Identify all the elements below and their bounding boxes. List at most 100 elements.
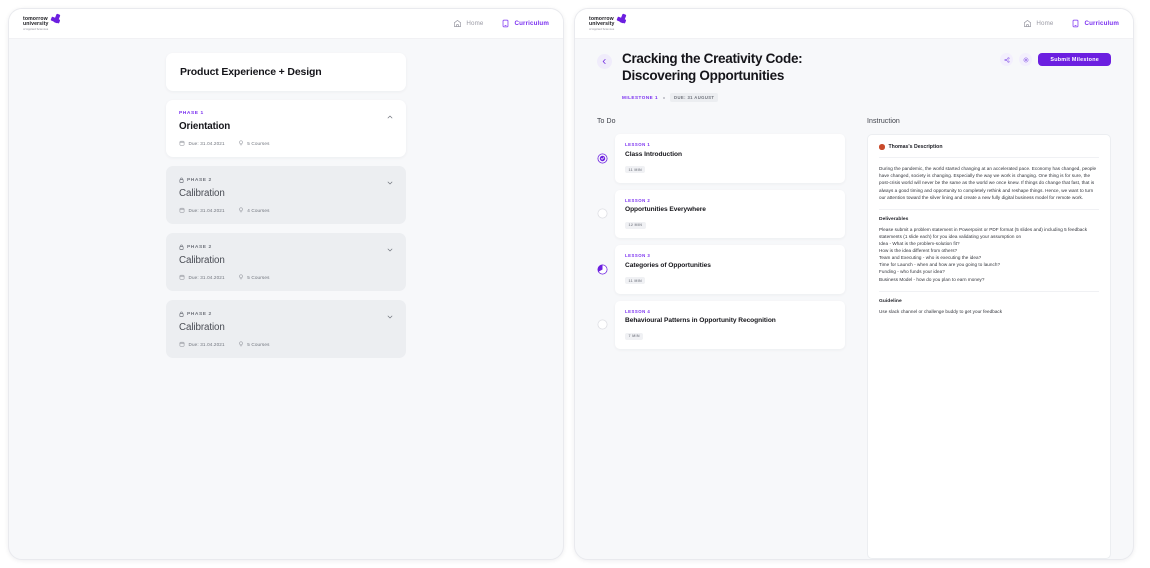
milestone-window: tomorrow university of Applied Sciences … bbox=[574, 8, 1134, 560]
guideline-heading: Guideline bbox=[879, 298, 902, 304]
screen-root: tomorrow university of Applied Sciences … bbox=[0, 0, 1150, 568]
nav-item-home-label: Home bbox=[1036, 20, 1054, 27]
calendar-icon bbox=[179, 140, 185, 146]
status-empty-icon[interactable] bbox=[597, 208, 608, 219]
phase-due-label: Due: 31.04.2021 bbox=[188, 207, 225, 213]
lesson-name: Categories of Opportunities bbox=[625, 261, 711, 269]
separator-dot bbox=[663, 96, 666, 99]
submit-milestone-button[interactable]: Submit Milestone bbox=[1038, 53, 1111, 66]
nav-item-home[interactable]: Home bbox=[453, 19, 483, 28]
todo-heading: To Do bbox=[597, 118, 616, 126]
lesson-row[interactable]: LESSON 3 Categories of Opportunities 11 … bbox=[597, 245, 845, 294]
phase-name: Orientation bbox=[179, 121, 231, 132]
milestone-subline: MILESTONE 1 DUE: 31 AUGUST bbox=[622, 93, 982, 103]
divider bbox=[879, 290, 1099, 292]
instruction-card: Thomas's Description During the pandemic… bbox=[867, 134, 1111, 559]
brand-logo-line3: of Applied Sciences bbox=[589, 27, 615, 31]
phase-due-label: Due: 31.04.2021 bbox=[188, 140, 225, 146]
phase-kicker-label: PHASE 2 bbox=[187, 311, 212, 317]
avatar bbox=[879, 144, 885, 150]
calendar-icon bbox=[179, 207, 185, 213]
brand-logo[interactable]: tomorrow university of Applied Sciences bbox=[23, 13, 63, 32]
phase-courses-label: 5 Courses bbox=[247, 341, 270, 347]
phase-courses: 5 Courses bbox=[238, 140, 270, 146]
brand-mark-icon bbox=[616, 13, 629, 27]
bookmark-button[interactable] bbox=[1019, 53, 1033, 66]
chevron-down-icon[interactable] bbox=[386, 246, 394, 254]
phase-kicker: PHASE 1 bbox=[179, 111, 393, 116]
arrow-left-icon bbox=[602, 59, 606, 64]
phase-courses-label: 4 Courses bbox=[247, 207, 270, 213]
status-partial-icon[interactable] bbox=[597, 264, 608, 275]
milestone-title: Cracking the Creativity Code: Discoverin… bbox=[622, 51, 803, 83]
chevron-up-icon[interactable] bbox=[386, 113, 394, 121]
lesson-duration: 12 MIN bbox=[625, 221, 646, 229]
phase-kicker: PHASE 2 bbox=[179, 244, 393, 250]
todo-column: To Do LESSON 1 Class Introduction 11 MIN bbox=[597, 118, 845, 559]
phase-meta: Due: 31.04.2021 4 Courses bbox=[179, 207, 393, 213]
lesson-kicker: LESSON 1 bbox=[625, 142, 651, 148]
brand-logo[interactable]: tomorrow university of Applied Sciences bbox=[589, 13, 629, 32]
phase-courses-label: 5 Courses bbox=[247, 140, 270, 146]
lock-icon bbox=[179, 244, 184, 250]
status-complete-icon[interactable] bbox=[597, 153, 608, 164]
divider bbox=[879, 208, 1099, 210]
lesson-row[interactable]: LESSON 4 Behavioural Patterns in Opportu… bbox=[597, 300, 845, 350]
status-empty-icon[interactable] bbox=[597, 319, 608, 330]
nav-item-home[interactable]: Home bbox=[1023, 19, 1053, 28]
calendar-icon bbox=[179, 274, 185, 280]
book-icon bbox=[1073, 19, 1079, 28]
chevron-down-icon[interactable] bbox=[386, 313, 394, 321]
instruction-description: During the pandemic, the world started c… bbox=[879, 166, 1097, 200]
brand-logo-line3: of Applied Sciences bbox=[23, 27, 49, 31]
brand-logo-line2: university bbox=[589, 21, 615, 28]
phase-due: Due: 31.04.2021 bbox=[179, 274, 225, 280]
due-badge: DUE: 31 AUGUST bbox=[670, 93, 719, 103]
lesson-card[interactable]: LESSON 2 Opportunities Everywhere 12 MIN bbox=[615, 189, 845, 239]
phase-card[interactable]: PHASE 2 Calibration Due: 31.04.2021 bbox=[166, 300, 406, 358]
left-nav: Home Curriculum bbox=[453, 19, 549, 28]
nav-item-curriculum[interactable]: Curriculum bbox=[1071, 19, 1119, 28]
bookmark-icon bbox=[1023, 57, 1029, 62]
right-topbar: tomorrow university of Applied Sciences … bbox=[575, 9, 1133, 39]
curriculum-window: tomorrow university of Applied Sciences … bbox=[8, 8, 564, 560]
milestone-label: MILESTONE 1 bbox=[622, 95, 659, 101]
phase-card[interactable]: PHASE 2 Calibration Due: 31.04.2021 bbox=[166, 233, 406, 291]
phase-card[interactable]: PHASE 1 Orientation Due: 31.04.2021 5 Co… bbox=[166, 100, 406, 157]
phase-kicker-label: PHASE 1 bbox=[179, 111, 204, 116]
nav-item-home-label: Home bbox=[466, 20, 484, 27]
milestone-title-block: Cracking the Creativity Code: Discoverin… bbox=[622, 51, 990, 103]
lesson-kicker: LESSON 2 bbox=[625, 197, 651, 203]
lesson-card[interactable]: LESSON 1 Class Introduction 11 MIN bbox=[615, 134, 845, 183]
left-topbar: tomorrow university of Applied Sciences … bbox=[9, 9, 563, 39]
lightbulb-icon bbox=[239, 140, 243, 146]
lock-icon bbox=[179, 311, 184, 317]
phase-meta: Due: 31.04.2021 5 Courses bbox=[179, 341, 393, 347]
phase-due-label: Due: 31.04.2021 bbox=[188, 341, 225, 347]
instruction-heading: Instruction bbox=[867, 118, 900, 126]
lesson-duration: 11 MIN bbox=[625, 166, 646, 174]
nav-item-curriculum[interactable]: Curriculum bbox=[501, 19, 549, 28]
lesson-name: Opportunities Everywhere bbox=[625, 206, 706, 214]
deliverables-body: Please submit a problem statement in Pow… bbox=[879, 226, 1088, 282]
lesson-row[interactable]: LESSON 2 Opportunities Everywhere 12 MIN bbox=[597, 189, 845, 239]
page-title: Product Experience + Design bbox=[180, 66, 322, 78]
lesson-card[interactable]: LESSON 3 Categories of Opportunities 11 … bbox=[615, 245, 845, 294]
lesson-card[interactable]: LESSON 4 Behavioural Patterns in Opportu… bbox=[615, 300, 845, 350]
lesson-name: Behavioural Patterns in Opportunity Reco… bbox=[625, 317, 776, 325]
phase-courses: 5 Courses bbox=[238, 341, 270, 347]
share-icon bbox=[1004, 56, 1010, 63]
house-icon bbox=[1024, 19, 1032, 28]
back-button[interactable] bbox=[597, 54, 612, 69]
phase-meta: Due: 31.04.2021 5 Courses bbox=[179, 140, 393, 146]
phase-due-label: Due: 31.04.2021 bbox=[188, 274, 225, 280]
phase-courses: 5 Courses bbox=[238, 274, 270, 280]
nav-item-curriculum-label: Curriculum bbox=[1084, 20, 1119, 27]
phase-name: Calibration bbox=[179, 255, 225, 266]
phase-card[interactable]: PHASE 2 Calibration Due: 31.04.2021 bbox=[166, 166, 406, 224]
lesson-duration: 7 MIN bbox=[625, 332, 644, 340]
phase-name: Calibration bbox=[179, 322, 225, 333]
chevron-down-icon[interactable] bbox=[386, 179, 394, 187]
share-button[interactable] bbox=[1000, 53, 1014, 66]
lesson-row[interactable]: LESSON 1 Class Introduction 11 MIN bbox=[597, 134, 845, 183]
